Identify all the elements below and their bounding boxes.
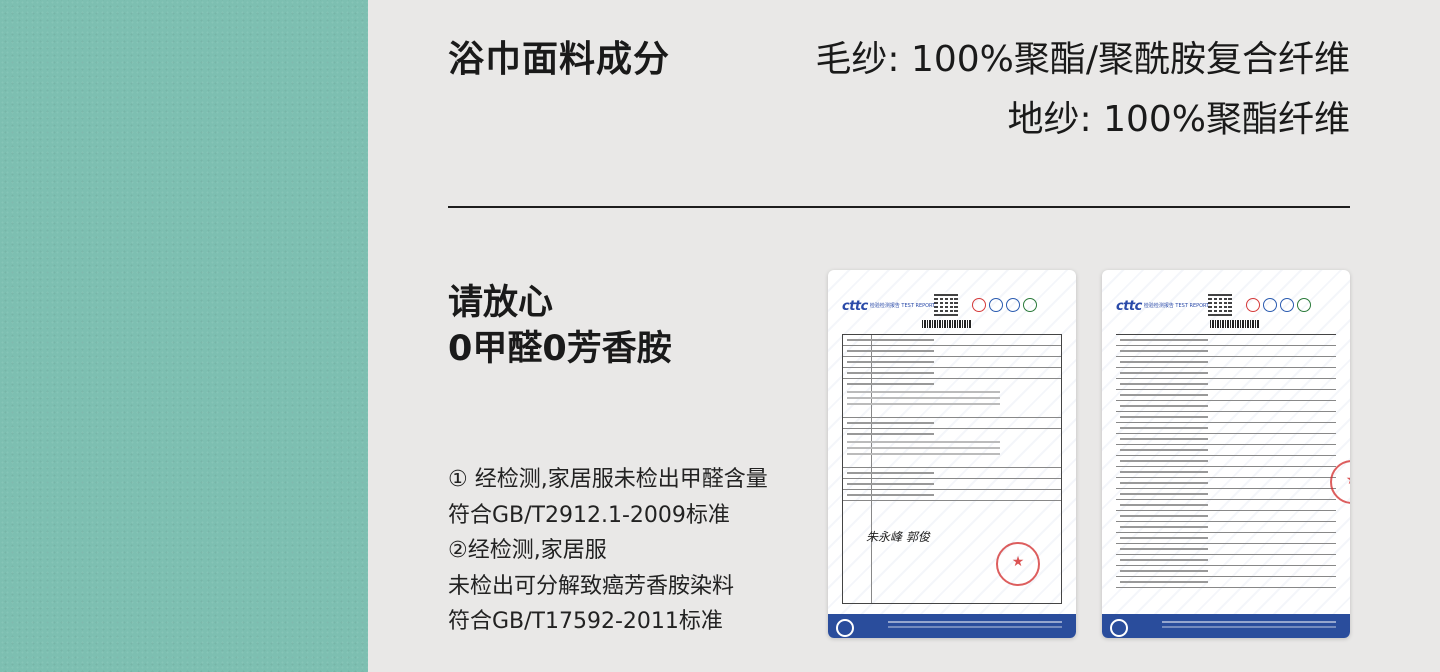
report-logo: cttc 检验检测报告 TEST REPORT (1116, 298, 1210, 314)
fabric-composition-label: 浴巾面料成分 (448, 39, 671, 80)
cert-mark-icon (1023, 298, 1037, 312)
note-line: 符合GB/T17592-2011标准 (448, 609, 723, 634)
ilac-mark-icon (989, 298, 1003, 312)
section-divider (448, 206, 1350, 208)
report-logo: cttc 检验检测报告 TEST REPORT (842, 298, 936, 314)
assurance-line-1: 请放心 (448, 283, 554, 323)
cma-mark-icon (972, 298, 986, 312)
assurance-line-2: 0甲醛0芳香胺 (448, 329, 672, 369)
report-table (1116, 334, 1336, 604)
report-footer (828, 614, 1076, 638)
cnas-mark-icon (1006, 298, 1020, 312)
note-line: ① 经检测,家居服未检出甲醛含量 (448, 467, 768, 492)
note-line: ②经检测,家居服 (448, 538, 607, 563)
cert-mark-icon (1297, 298, 1311, 312)
cma-mark-icon (1246, 298, 1260, 312)
assurance-heading: 请放心 0甲醛0芳香胺 (448, 280, 672, 372)
cnas-mark-icon (1280, 298, 1294, 312)
report-footer (1102, 614, 1350, 638)
barcode-icon (1210, 320, 1260, 328)
pile-yarn-composition: 毛纱: 100%聚酯/聚酰胺复合纤维 (815, 39, 1350, 80)
note-line: 符合GB/T2912.1-2009标准 (448, 502, 730, 528)
certification-marks (1246, 298, 1311, 312)
fabric-swatch (0, 0, 368, 672)
ilac-mark-icon (1263, 298, 1277, 312)
official-stamp-icon (996, 542, 1040, 586)
test-report-image-1[interactable]: cttc 检验检测报告 TEST REPORT 朱永峰 郭俊 (828, 270, 1076, 638)
qr-code-icon (934, 292, 958, 316)
test-report-image-2[interactable]: cttc 检验检测报告 TEST REPORT (1102, 270, 1350, 638)
certification-marks (972, 298, 1037, 312)
test-notes: ① 经检测,家居服未检出甲醛含量 符合GB/T2912.1-2009标准 ②经检… (448, 462, 768, 640)
qr-code-icon (1208, 292, 1232, 316)
note-line: 未检出可分解致癌芳香胺染料 (448, 573, 735, 599)
barcode-icon (922, 320, 972, 328)
ground-yarn-composition: 地纱: 100%聚酯纤维 (1007, 99, 1351, 140)
report-signature: 朱永峰 郭俊 (866, 530, 930, 544)
